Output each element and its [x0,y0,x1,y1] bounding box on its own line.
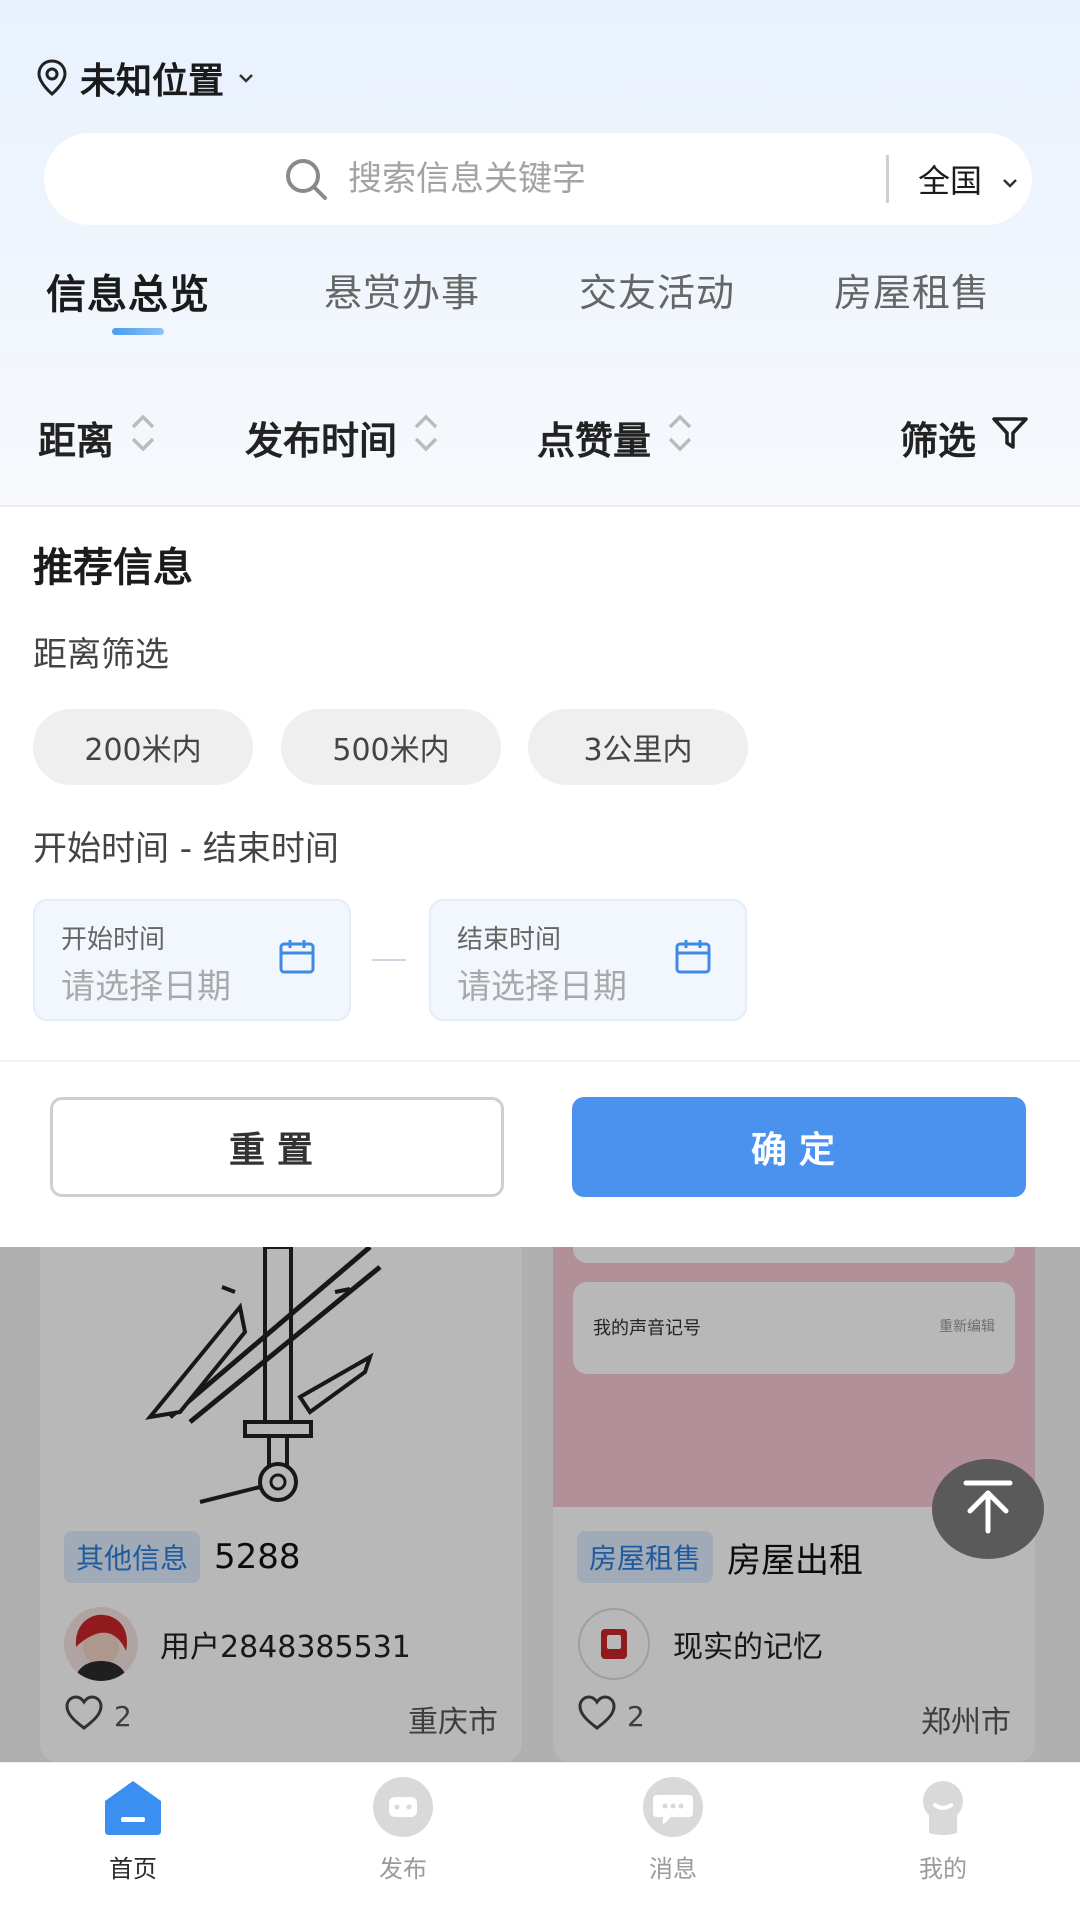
search-divider [886,155,889,203]
region-label: 全国 [918,162,983,200]
sword-drawing-icon [145,1247,382,1504]
panel-title: 推荐信息 [33,545,193,591]
bottom-nav: 首页 发布 消息 我的 [0,1762,1080,1920]
search-bar: 全国 [44,133,1032,225]
post-city: 郑州市 [921,1705,1011,1740]
calendar-icon [277,937,317,981]
calendar-icon [673,937,713,981]
post-image [40,1247,522,1507]
author-name: 用户2848385531 [160,1630,411,1665]
tab-housing[interactable]: 房屋租售 [834,262,990,317]
sort-distance[interactable]: 距离 [38,410,158,465]
like-count-value: 2 [627,1700,645,1733]
distance-filter-label: 距离筛选 [33,635,169,675]
arrow-up-icon [962,1479,1014,1539]
tab-social[interactable]: 交友活动 [579,262,735,317]
publish-icon [371,1775,435,1843]
category-tabs: 信息总览 悬赏办事 交友活动 房屋租售 [0,262,1080,342]
start-date-label: 开始时间 [61,925,166,955]
chevron-down-icon [1000,160,1020,198]
nav-home[interactable]: 首页 [63,1775,203,1895]
confirm-button[interactable]: 确定 [572,1097,1026,1197]
sort-publish-time[interactable]: 发布时间 [245,410,441,465]
search-icon [282,155,330,207]
sort-arrows-icon [411,410,441,465]
filter-label: 筛选 [900,419,977,463]
avatar [577,1607,651,1681]
region-selector[interactable]: 全国 [918,151,1020,207]
nav-messages[interactable]: 消息 [603,1775,743,1895]
post-tagline: 房屋租售 房屋出租 [577,1531,863,1583]
nav-publish-label: 发布 [379,1855,427,1883]
distance-chip-200m[interactable]: 200米内 [33,709,253,785]
nav-messages-label: 消息 [649,1855,697,1883]
distance-chip-500m[interactable]: 500米内 [281,709,501,785]
post-tagline: 其他信息 5288 [64,1531,301,1583]
sort-likes[interactable]: 点赞量 [537,410,695,465]
post-title: 5288 [214,1537,301,1577]
record-item: 我的声音记号 重新编辑 [573,1282,1015,1374]
search-input[interactable] [348,151,848,207]
chevron-down-icon [236,71,256,85]
funnel-icon [990,413,1030,462]
location-text: 未知位置 [80,61,225,102]
location-selector[interactable]: 未知位置 [36,48,256,108]
post-card[interactable]: 其他信息 5288 用户2848385531 2 重庆市 [40,1247,522,1762]
profile-icon [911,1775,975,1843]
nav-home-label: 首页 [109,1855,157,1883]
start-date-placeholder: 请选择日期 [61,967,231,1007]
app-screen: 未知位置 全国 信息总览 悬赏办事 交友活动 房屋租售 距离 [0,0,1080,1920]
category-tag: 其他信息 [64,1531,201,1583]
start-date-field[interactable]: 开始时间 请选择日期 [33,899,351,1021]
filter-button[interactable]: 筛选 [900,410,1030,465]
location-pin-icon [36,59,68,97]
heart-icon [64,1695,104,1738]
record-action: 重新编辑 [939,1319,995,1335]
nav-profile[interactable]: 我的 [873,1775,1013,1895]
filter-panel: 推荐信息 距离筛选 200米内 500米内 3公里内 开始时间 - 结束时间 开… [0,505,1080,1247]
like-count-value: 2 [114,1700,132,1733]
time-range-label: 开始时间 - 结束时间 [33,829,339,869]
end-date-field[interactable]: 结束时间 请选择日期 [429,899,747,1021]
distance-chip-3km[interactable]: 3公里内 [528,709,748,785]
date-range-dash [372,959,406,961]
end-date-label: 结束时间 [457,925,562,955]
post-city: 重庆市 [408,1705,498,1740]
reset-button[interactable]: 重置 [50,1097,504,1197]
post-feed: 其他信息 5288 用户2848385531 2 重庆市 我的声音记号 重新编辑… [0,1247,1080,1762]
back-to-top-button[interactable] [932,1459,1044,1559]
post-author[interactable]: 现实的记忆 [577,1607,823,1681]
sort-bar: 距离 发布时间 点赞量 筛选 [0,400,1080,470]
active-tab-indicator [112,328,164,335]
post-meta: 2 郑州市 [577,1695,1011,1740]
panel-divider [0,1060,1080,1062]
category-tag: 房屋租售 [577,1531,714,1583]
like-count[interactable]: 2 [577,1695,645,1738]
post-author[interactable]: 用户2848385531 [64,1607,411,1681]
post-meta: 2 重庆市 [64,1695,498,1740]
record-item [573,1247,1015,1263]
end-date-placeholder: 请选择日期 [457,967,627,1007]
like-count[interactable]: 2 [64,1695,132,1738]
sort-arrows-icon [665,410,695,465]
nav-profile-label: 我的 [919,1855,967,1883]
message-icon [641,1775,705,1843]
home-icon [101,1775,165,1843]
tab-overview[interactable]: 信息总览 [46,262,210,320]
sort-distance-label: 距离 [38,419,115,463]
sort-likes-label: 点赞量 [537,419,652,463]
tab-bounty[interactable]: 悬赏办事 [324,262,480,317]
avatar [64,1607,138,1681]
sort-arrows-icon [128,410,158,465]
nav-publish[interactable]: 发布 [333,1775,473,1895]
record-title: 我的声音记号 [593,1318,701,1339]
heart-icon [577,1695,617,1738]
author-name: 现实的记忆 [673,1630,823,1665]
post-title: 房屋出租 [727,1540,864,1581]
sort-publish-time-label: 发布时间 [245,419,398,463]
